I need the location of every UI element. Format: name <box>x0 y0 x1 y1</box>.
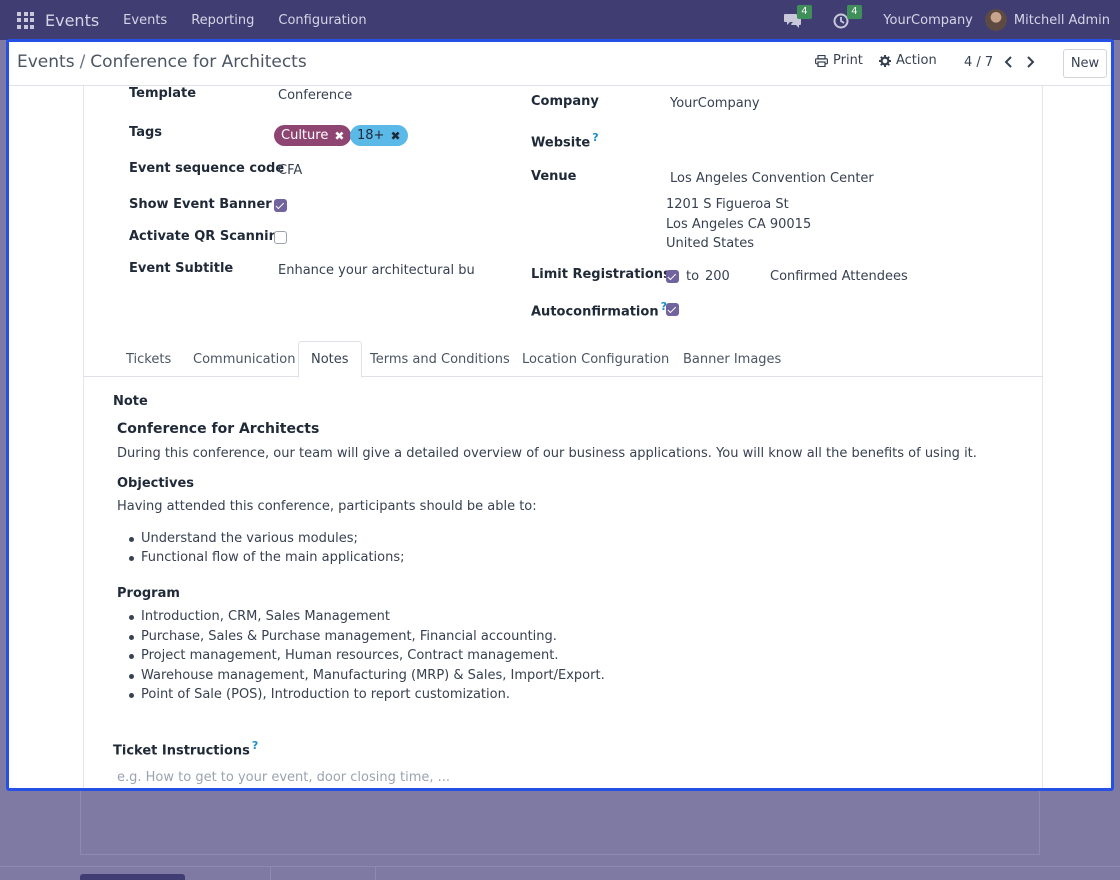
background-active-tab <box>80 874 185 880</box>
tag-label: Culture <box>281 128 329 143</box>
list-bullet <box>129 674 134 679</box>
pager-value[interactable]: 4 / 7 <box>964 55 993 70</box>
website-label: Website? <box>531 131 599 151</box>
limit-registrations-label: Limit Registrations <box>531 267 671 282</box>
qr-scanning-label: Activate QR Scanning <box>129 229 288 244</box>
tab-terms-and-conditions[interactable]: Terms and Conditions <box>370 341 510 377</box>
list-bullet <box>129 615 134 620</box>
help-icon[interactable]: ? <box>592 131 598 144</box>
help-icon[interactable]: ? <box>252 739 258 752</box>
list-item[interactable]: Project management, Human resources, Con… <box>141 648 559 663</box>
list-item[interactable]: Understand the various modules; <box>141 531 358 546</box>
autoconfirmation-label: Autoconfirmation? <box>531 300 667 320</box>
event-subtitle-label: Event Subtitle <box>129 261 234 276</box>
tag-18plus: 18+ ✖ <box>350 125 408 146</box>
tab-tickets[interactable]: Tickets <box>126 341 171 377</box>
breadcrumb-current: Conference for Architects <box>90 52 307 72</box>
list-item[interactable]: Warehouse management, Manufacturing (MRP… <box>141 668 605 683</box>
tags-label: Tags <box>129 125 163 140</box>
breadcrumb-separator: / <box>79 52 86 72</box>
avatar[interactable] <box>984 9 1007 31</box>
objectives-heading[interactable]: Objectives <box>117 476 194 491</box>
menu-events[interactable]: Events <box>123 13 167 28</box>
venue-country: United States <box>666 236 755 251</box>
tag-remove-icon[interactable]: ✖ <box>334 129 344 143</box>
ticket-instructions-label: Ticket Instructions? <box>113 739 259 759</box>
event-subtitle-field[interactable]: Enhance your architectural busine <box>278 263 474 278</box>
action-label: Action <box>896 53 937 68</box>
list-bullet <box>129 556 134 561</box>
messages-badge: 4 <box>797 5 812 19</box>
list-bullet <box>129 537 134 542</box>
ticket-instructions-input[interactable]: e.g. How to get to your event, door clos… <box>117 770 450 785</box>
sequence-code-field[interactable]: CFA <box>278 163 302 178</box>
seats-limit-field[interactable]: 200 <box>705 269 730 284</box>
venue-label: Venue <box>531 169 577 184</box>
qr-scanning-checkbox[interactable] <box>274 231 287 244</box>
note-title[interactable]: Conference for Architects <box>117 421 319 437</box>
breadcrumb-parent[interactable]: Events <box>17 52 75 72</box>
menu-reporting[interactable]: Reporting <box>191 13 254 28</box>
list-bullet <box>129 654 134 659</box>
company-field[interactable]: YourCompany <box>670 96 760 111</box>
list-bullet <box>129 693 134 698</box>
tab-location-configuration[interactable]: Location Configuration <box>522 341 669 377</box>
tab-notes[interactable]: Notes <box>298 341 362 378</box>
show-banner-checkbox[interactable] <box>274 199 287 212</box>
new-button[interactable]: New <box>1063 49 1107 78</box>
list-item[interactable]: Purchase, Sales & Purchase management, F… <box>141 629 557 644</box>
limit-unit-text: Confirmed Attendees <box>770 269 908 284</box>
form-sheet <box>83 86 1043 788</box>
note-intro[interactable]: During this conference, our team will gi… <box>117 446 977 461</box>
objectives-intro[interactable]: Having attended this conference, partici… <box>117 499 537 514</box>
company-label: Company <box>531 94 599 109</box>
user-menu[interactable]: Mitchell Admin <box>1014 13 1110 28</box>
list-item[interactable]: Point of Sale (POS), Introduction to rep… <box>141 687 510 702</box>
control-panel: Events / Conference for Architects Print A… <box>9 42 1111 86</box>
gear-icon <box>879 54 891 67</box>
list-bullet <box>129 635 134 640</box>
tab-communication[interactable]: Communication <box>193 341 295 377</box>
limit-registrations-checkbox[interactable] <box>666 270 679 283</box>
action-button[interactable]: Action <box>879 53 937 68</box>
venue-street: 1201 S Figueroa St <box>666 197 789 212</box>
activities-badge: 4 <box>847 5 862 19</box>
show-banner-label: Show Event Banner <box>129 197 272 212</box>
apps-menu-icon[interactable] <box>17 11 34 29</box>
list-item[interactable]: Functional flow of the main applications… <box>141 550 405 565</box>
tag-culture: Culture ✖ <box>274 125 352 146</box>
program-heading[interactable]: Program <box>117 586 180 601</box>
note-label: Note <box>113 394 148 409</box>
autoconfirmation-checkbox[interactable] <box>666 303 679 316</box>
print-icon <box>815 54 828 67</box>
tag-label: 18+ <box>357 128 385 143</box>
background-tab-divider <box>270 866 271 880</box>
list-item[interactable]: Introduction, CRM, Sales Management <box>141 609 390 624</box>
template-field[interactable]: Conference <box>278 88 352 103</box>
limit-to-text: to <box>686 269 700 284</box>
venue-field[interactable]: Los Angeles Convention Center <box>670 171 874 186</box>
top-navbar: Events Events Reporting Configuration 4 … <box>0 0 1120 40</box>
messages-icon[interactable]: 4 <box>783 5 812 31</box>
sequence-code-label: Event sequence code <box>129 161 285 176</box>
tab-banner-images[interactable]: Banner Images <box>683 341 781 377</box>
record-dialog: Events / Conference for Architects Print A… <box>6 39 1114 791</box>
notebook-tabs: Tickets Communication Notes Terms and Co… <box>83 341 1043 378</box>
company-switcher[interactable]: YourCompany <box>883 13 973 28</box>
app-brand[interactable]: Events <box>45 11 99 30</box>
print-button[interactable]: Print <box>815 53 863 68</box>
print-label: Print <box>833 53 863 68</box>
venue-city: Los Angeles CA 90015 <box>666 217 812 232</box>
background-tab-divider <box>375 866 376 880</box>
pager-previous-icon[interactable] <box>1003 53 1017 71</box>
breadcrumb: Events / Conference for Architects <box>17 52 307 72</box>
menu-configuration[interactable]: Configuration <box>278 13 366 28</box>
template-label: Template <box>129 86 197 101</box>
tag-remove-icon[interactable]: ✖ <box>390 129 400 143</box>
pager-next-icon[interactable] <box>1024 53 1038 71</box>
activities-icon[interactable]: 4 <box>833 5 862 31</box>
